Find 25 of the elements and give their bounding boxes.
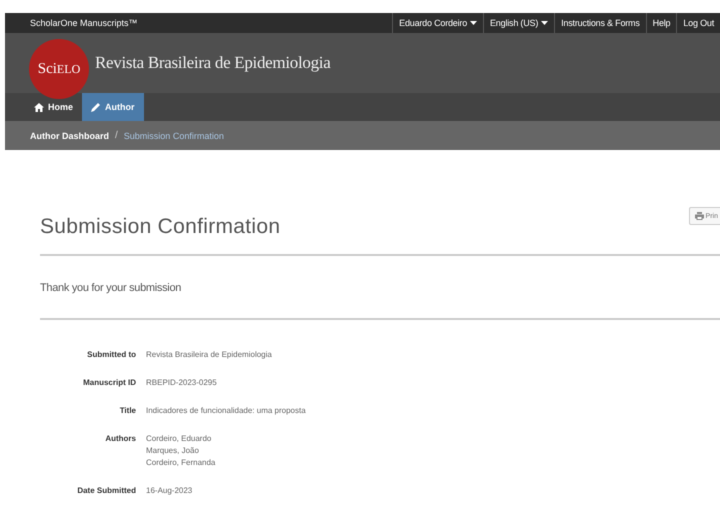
detail-value: 16-Aug-2023 [146, 485, 194, 497]
nav-tab[interactable]: Author [82, 93, 144, 121]
breadcrumb-separator: / [115, 130, 118, 141]
detail-value: Indicadores de funcionalidade: uma proposta [146, 405, 307, 417]
page-title: Submission Confirmation [40, 215, 280, 239]
detail-value: Revista Brasileira de Epidemiologia [146, 349, 273, 361]
home-icon [34, 102, 44, 112]
detail-label: Manuscript ID [82, 377, 136, 389]
detail-value: Cordeiro, Fernanda [146, 457, 216, 469]
detail-label: Date Submitted [76, 485, 136, 497]
detail-value: Cordeiro, Eduardo [146, 433, 212, 445]
printer-icon [694, 212, 704, 220]
detail-label: Title [118, 405, 136, 417]
journal-title: Revista Brasileira de Epidemiologia [95, 53, 330, 73]
caret-icon [541, 21, 548, 25]
confirmation-message: Thank you for your submission [40, 282, 182, 294]
detail-label: Authors [104, 433, 136, 445]
caret-icon [470, 21, 477, 25]
breadcrumb-link[interactable]: Author Dashboard [30, 130, 110, 140]
pencil-icon [91, 102, 102, 112]
breadcrumb-current: Submission Confirmation [124, 130, 224, 140]
detail-value: Marques, João [146, 445, 200, 457]
detail-label: Submitted to [86, 349, 136, 361]
brand-name: ScholarOne Manuscripts™ [29, 18, 138, 28]
detail-value: RBEPID-2023-0295 [146, 377, 218, 389]
